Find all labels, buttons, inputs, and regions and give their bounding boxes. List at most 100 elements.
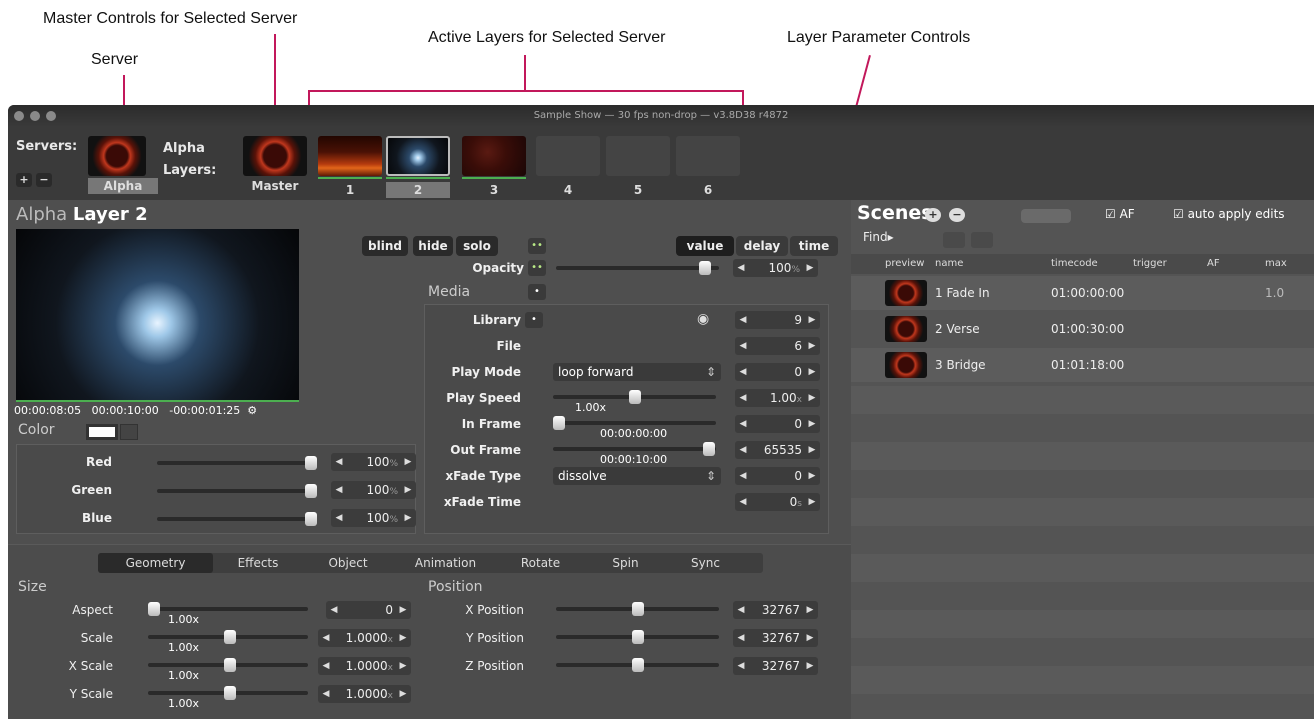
- file-stepper[interactable]: ◀ 6 ▶: [735, 337, 820, 355]
- af-checkbox[interactable]: ☑ AF: [1105, 207, 1135, 221]
- in-frame-slider[interactable]: [553, 416, 716, 430]
- layer-5-thumbnail[interactable]: [606, 136, 670, 176]
- x-scale-stepper[interactable]: ◀ 1.0000x ▶: [318, 657, 411, 675]
- minimize-window-icon[interactable]: [30, 111, 40, 121]
- col-name: name: [935, 258, 964, 269]
- opacity-dots-icon[interactable]: ••: [528, 260, 546, 276]
- red-slider[interactable]: [157, 456, 317, 470]
- solo-button[interactable]: solo: [456, 236, 498, 256]
- green-stepper[interactable]: ◀ 100% ▶: [331, 481, 416, 499]
- play-speed-slider[interactable]: [553, 390, 716, 404]
- delay-mode-button[interactable]: delay: [736, 236, 788, 256]
- y-scale-stepper[interactable]: ◀ 1.0000x ▶: [318, 685, 411, 703]
- time-mode-button[interactable]: time: [790, 236, 838, 256]
- title-bar: Sample Show — 30 fps non-drop — v3.8D38 …: [8, 105, 1314, 127]
- tab-animation[interactable]: Animation: [393, 553, 498, 573]
- out-frame-stepper[interactable]: ◀ 65535 ▶: [735, 441, 820, 459]
- color-swatch-alt[interactable]: [120, 424, 138, 440]
- layer-4-thumbnail[interactable]: [536, 136, 600, 176]
- add-scene-button[interactable]: +: [925, 208, 941, 222]
- z-position-stepper[interactable]: ◀ 32767 ▶: [733, 657, 818, 675]
- media-toggle-icon[interactable]: •: [528, 284, 546, 300]
- auto-apply-checkbox[interactable]: ☑ auto apply edits: [1173, 207, 1285, 221]
- x-position-stepper[interactable]: ◀ 32767 ▶: [733, 601, 818, 619]
- library-toggle-icon[interactable]: •: [525, 312, 543, 328]
- tab-effects[interactable]: Effects: [213, 553, 303, 573]
- aspect-slider[interactable]: [148, 602, 308, 616]
- opacity-stepper[interactable]: ◀ 100% ▶: [733, 259, 818, 277]
- layer-2-label[interactable]: 2: [386, 182, 450, 198]
- x-position-slider[interactable]: [556, 602, 719, 616]
- color-swatch[interactable]: [86, 424, 118, 440]
- out-frame-slider[interactable]: [553, 442, 716, 456]
- layer-1-label[interactable]: 1: [318, 182, 382, 198]
- master-label[interactable]: Master: [243, 178, 307, 194]
- play-mode-label: Play Mode: [451, 365, 521, 379]
- solo-dots-icon[interactable]: ••: [528, 238, 546, 254]
- file-value: 6: [794, 339, 802, 353]
- blue-slider[interactable]: [157, 512, 317, 526]
- master-thumbnail[interactable]: [243, 136, 307, 176]
- xfade-type-select[interactable]: dissolve ⇕: [553, 467, 721, 485]
- z-position-value: 32767: [761, 659, 800, 673]
- scale-slider[interactable]: [148, 630, 308, 644]
- server-thumbnail[interactable]: [88, 136, 146, 176]
- blue-stepper[interactable]: ◀ 100% ▶: [331, 509, 416, 527]
- layer-3-thumbnail[interactable]: [462, 136, 526, 176]
- value-mode-button[interactable]: value: [676, 236, 734, 256]
- find-label[interactable]: Find▸: [863, 230, 894, 244]
- size-label: Size: [18, 579, 47, 595]
- play-speed-stepper[interactable]: ◀ 1.00x ▶: [735, 389, 820, 407]
- tab-rotate[interactable]: Rotate: [498, 553, 583, 573]
- scene-row[interactable]: 2 Verse 01:00:30:00: [851, 312, 1314, 346]
- hide-button[interactable]: hide: [413, 236, 453, 256]
- opacity-slider[interactable]: [556, 261, 719, 275]
- remove-scene-button[interactable]: −: [949, 208, 965, 222]
- red-stepper[interactable]: ◀ 100% ▶: [331, 453, 416, 471]
- xfade-type-stepper[interactable]: ◀ 0 ▶: [735, 467, 820, 485]
- gear-icon[interactable]: ⚙: [247, 404, 257, 417]
- layer-2-thumbnail[interactable]: [386, 136, 450, 176]
- scale-stepper[interactable]: ◀ 1.0000x ▶: [318, 629, 411, 647]
- close-window-icon[interactable]: [14, 111, 24, 121]
- layer-4-label[interactable]: 4: [536, 182, 600, 198]
- red-label: Red: [86, 455, 112, 469]
- server-name[interactable]: Alpha: [88, 178, 158, 194]
- empty-scene-row: [851, 694, 1314, 719]
- tab-spin[interactable]: Spin: [583, 553, 668, 573]
- play-mode-select[interactable]: loop forward ⇕: [553, 363, 721, 381]
- remove-server-button[interactable]: −: [36, 173, 52, 187]
- col-af: AF: [1207, 258, 1220, 269]
- xfade-time-stepper[interactable]: ◀ 0s ▶: [735, 493, 820, 511]
- y-position-stepper[interactable]: ◀ 32767 ▶: [733, 629, 818, 647]
- y-position-slider[interactable]: [556, 630, 719, 644]
- z-position-slider[interactable]: [556, 658, 719, 672]
- aspect-stepper[interactable]: ◀ 0 ▶: [326, 601, 411, 619]
- add-server-button[interactable]: +: [16, 173, 32, 187]
- layer-6-thumbnail[interactable]: [676, 136, 740, 176]
- layer-3-label[interactable]: 3: [462, 182, 526, 198]
- auto-apply-label: auto apply edits: [1187, 207, 1285, 221]
- tab-sync[interactable]: Sync: [668, 553, 743, 573]
- tab-object[interactable]: Object: [303, 553, 393, 573]
- green-slider[interactable]: [157, 484, 317, 498]
- blind-button[interactable]: blind: [362, 236, 408, 256]
- layer-6-label[interactable]: 6: [676, 182, 740, 198]
- xfade-time-label: xFade Time: [443, 495, 521, 509]
- layer-1-thumbnail[interactable]: [318, 136, 382, 176]
- find-button-1[interactable]: [943, 232, 965, 248]
- in-frame-stepper[interactable]: ◀ 0 ▶: [735, 415, 820, 433]
- y-scale-slider[interactable]: [148, 686, 308, 700]
- find-button-2[interactable]: [971, 232, 993, 248]
- library-stepper[interactable]: ◀ 9 ▶: [735, 311, 820, 329]
- af-checkbox-label: AF: [1119, 207, 1135, 221]
- tab-geometry[interactable]: Geometry: [98, 553, 213, 573]
- eye-icon[interactable]: ◉: [697, 311, 709, 327]
- x-scale-value: 1.0000: [345, 659, 388, 673]
- zoom-window-icon[interactable]: [46, 111, 56, 121]
- layer-5-label[interactable]: 5: [606, 182, 670, 198]
- scene-row[interactable]: 3 Bridge 01:01:18:00: [851, 348, 1314, 382]
- scene-row[interactable]: 1 Fade In 01:00:00:00 1.0: [851, 276, 1314, 310]
- play-mode-stepper[interactable]: ◀ 0 ▶: [735, 363, 820, 381]
- x-scale-slider[interactable]: [148, 658, 308, 672]
